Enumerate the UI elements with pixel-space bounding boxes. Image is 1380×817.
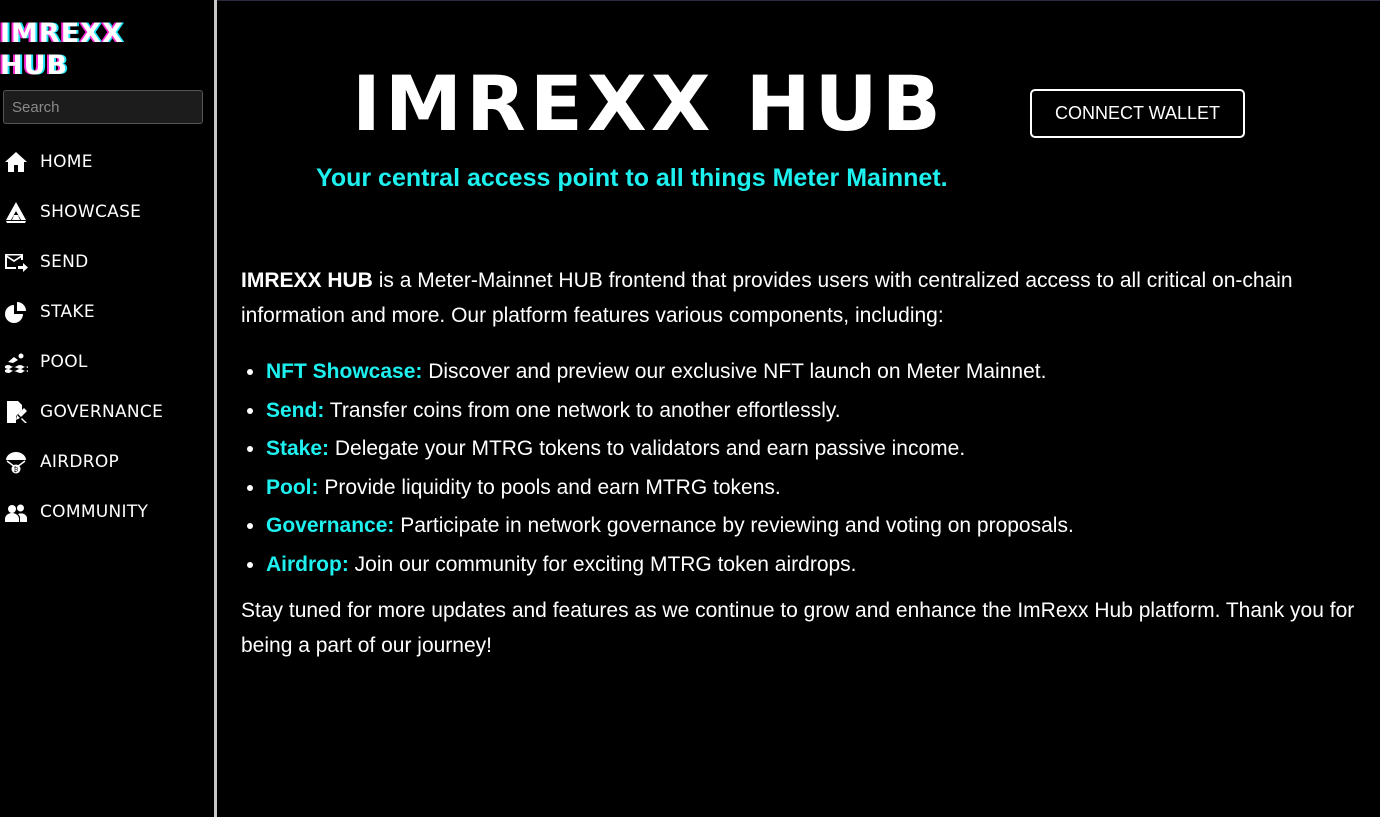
feature-desc: Discover and preview our exclusive NFT l… bbox=[422, 360, 1047, 383]
list-item: Airdrop: Join our community for exciting… bbox=[266, 546, 1356, 585]
intro-paragraph: IMREXX HUB is a Meter-Mainnet HUB fronte… bbox=[241, 263, 1356, 333]
sidebar-item-stake[interactable]: STAKE bbox=[0, 287, 214, 337]
pool-icon bbox=[3, 349, 29, 375]
list-item: Pool: Provide liquidity to pools and ear… bbox=[266, 469, 1356, 508]
sidebar-item-label: AIRDROP bbox=[40, 452, 120, 472]
feature-desc: Delegate your MTRG tokens to validators … bbox=[329, 437, 966, 461]
sidebar: IMREXX HUB HOME SHOWCASE SEND STAK bbox=[0, 0, 214, 817]
sidebar-item-label: HOME bbox=[40, 152, 93, 172]
sidebar-nav: HOME SHOWCASE SEND STAKE POOL GOVERNANCE… bbox=[0, 137, 214, 537]
feature-desc: Transfer coins from one network to anoth… bbox=[324, 398, 841, 422]
logo-line-2: HUB bbox=[0, 50, 69, 81]
feature-desc: Provide liquidity to pools and earn MTRG… bbox=[318, 475, 781, 499]
send-icon bbox=[3, 249, 29, 275]
feature-name: Pool: bbox=[266, 475, 319, 499]
feature-desc: Participate in network governance by rev… bbox=[394, 514, 1074, 538]
sidebar-logo[interactable]: IMREXX HUB bbox=[0, 18, 200, 82]
feature-desc: Join our community for exciting MTRG tok… bbox=[348, 552, 857, 576]
sidebar-item-label: SEND bbox=[40, 252, 89, 272]
description-section: IMREXX HUB is a Meter-Mainnet HUB fronte… bbox=[241, 263, 1356, 663]
list-item: Send: Transfer coins from one network to… bbox=[266, 392, 1356, 431]
showcase-icon bbox=[3, 199, 29, 225]
page-tagline: Your central access point to all things … bbox=[316, 164, 948, 192]
intro-text: is a Meter-Mainnet HUB frontend that pro… bbox=[241, 269, 1293, 327]
logo-line-1: IMREXX bbox=[0, 18, 124, 49]
sidebar-item-pool[interactable]: POOL bbox=[0, 337, 214, 387]
outro-paragraph: Stay tuned for more updates and features… bbox=[241, 598, 1355, 657]
sidebar-item-label: GOVERNANCE bbox=[40, 402, 164, 422]
sidebar-item-governance[interactable]: GOVERNANCE bbox=[0, 387, 214, 437]
sidebar-item-label: POOL bbox=[40, 352, 88, 372]
search-input[interactable] bbox=[3, 90, 203, 124]
home-icon bbox=[3, 149, 29, 175]
airdrop-icon: ₿ bbox=[3, 449, 29, 475]
sidebar-item-label: COMMUNITY bbox=[40, 502, 149, 522]
feature-name: NFT Showcase: bbox=[266, 360, 423, 383]
community-icon bbox=[3, 499, 29, 525]
intro-brand: IMREXX HUB bbox=[241, 269, 373, 292]
sidebar-item-label: SHOWCASE bbox=[40, 202, 142, 222]
sidebar-item-label: STAKE bbox=[40, 302, 95, 322]
sidebar-divider bbox=[214, 0, 217, 817]
feature-name: Airdrop: bbox=[266, 552, 349, 576]
sidebar-item-home[interactable]: HOME bbox=[0, 137, 214, 187]
governance-icon bbox=[3, 399, 29, 425]
svg-text:₿: ₿ bbox=[14, 467, 19, 474]
list-item: NFT Showcase: Discover and preview our e… bbox=[266, 353, 1356, 392]
sidebar-item-send[interactable]: SEND bbox=[0, 237, 214, 287]
feature-name: Stake: bbox=[266, 437, 330, 461]
sidebar-item-showcase[interactable]: SHOWCASE bbox=[0, 187, 214, 237]
connect-wallet-button[interactable]: CONNECT WALLET bbox=[1030, 89, 1245, 138]
stake-icon bbox=[3, 299, 29, 325]
list-item: Governance: Participate in network gover… bbox=[266, 507, 1356, 546]
feature-list: NFT Showcase: Discover and preview our e… bbox=[241, 353, 1356, 585]
feature-name: Governance: bbox=[266, 514, 395, 538]
sidebar-item-airdrop[interactable]: ₿ AIRDROP bbox=[0, 437, 214, 487]
page-title: IMREXX HUB bbox=[352, 59, 945, 148]
list-item: Stake: Delegate your MTRG tokens to vali… bbox=[266, 430, 1356, 469]
sidebar-item-community[interactable]: COMMUNITY bbox=[0, 487, 214, 537]
feature-name: Send: bbox=[266, 398, 325, 422]
